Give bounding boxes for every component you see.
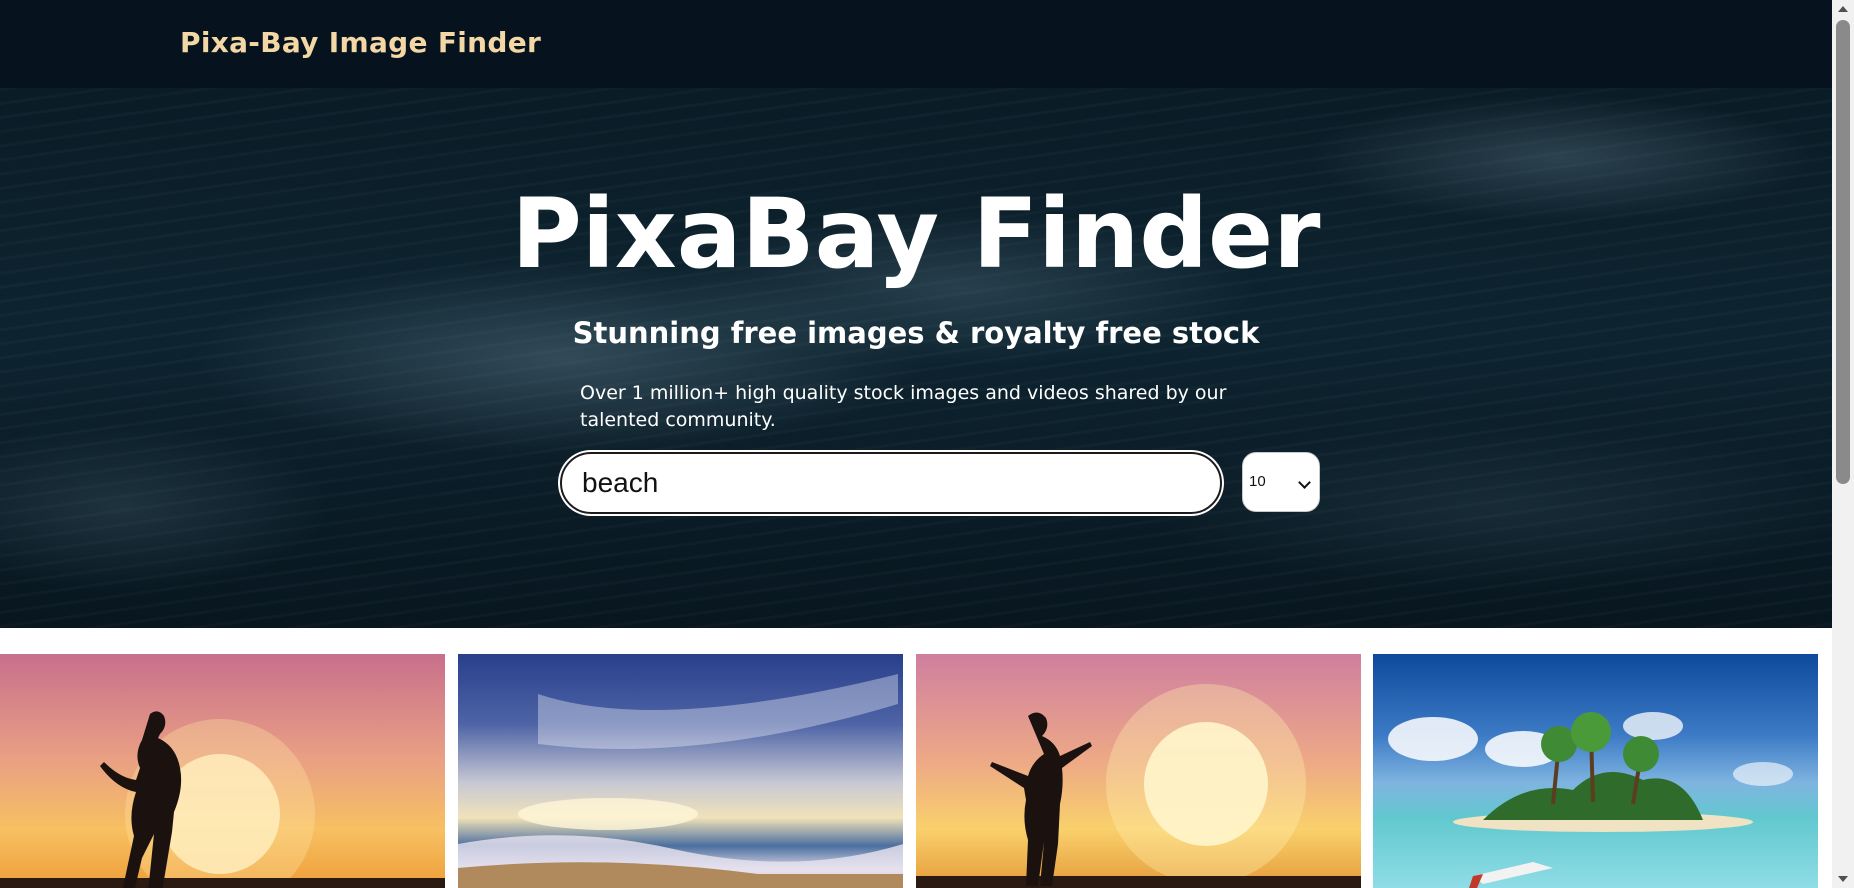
scroll-up-arrow-icon[interactable] — [1838, 6, 1848, 12]
hero-description: Over 1 million+ high quality stock image… — [580, 382, 1227, 431]
navbar: Pixa-Bay Image Finder — [0, 0, 1832, 88]
search-input[interactable] — [560, 452, 1222, 514]
scroll-down-arrow-icon[interactable] — [1838, 876, 1848, 882]
scrollbar-thumb[interactable] — [1836, 20, 1850, 484]
ocean-sunset-image — [458, 674, 903, 888]
image-card-3[interactable] — [916, 654, 1361, 888]
page: Pixa-Bay Image Finder PixaBay Finder Stu… — [0, 0, 1854, 888]
brand-logo-link[interactable]: Pixa-Bay Image Finder — [180, 26, 541, 59]
sunset-silhouette-image — [0, 711, 445, 888]
image-gallery — [0, 654, 1832, 888]
image-card-2[interactable] — [458, 654, 903, 888]
hero-section: PixaBay Finder Stunning free images & ro… — [0, 88, 1832, 628]
tropical-island-image — [1388, 712, 1793, 888]
hero-subtitle: Stunning free images & royalty free stoc… — [572, 316, 1260, 350]
vertical-scrollbar[interactable] — [1832, 0, 1854, 888]
open-arms-silhouette-image — [916, 684, 1361, 888]
image-card-1[interactable] — [0, 654, 445, 888]
image-card-4[interactable] — [1373, 654, 1818, 888]
hero-title: PixaBay Finder — [511, 178, 1321, 290]
results-count-value: 10 — [1249, 473, 1266, 490]
